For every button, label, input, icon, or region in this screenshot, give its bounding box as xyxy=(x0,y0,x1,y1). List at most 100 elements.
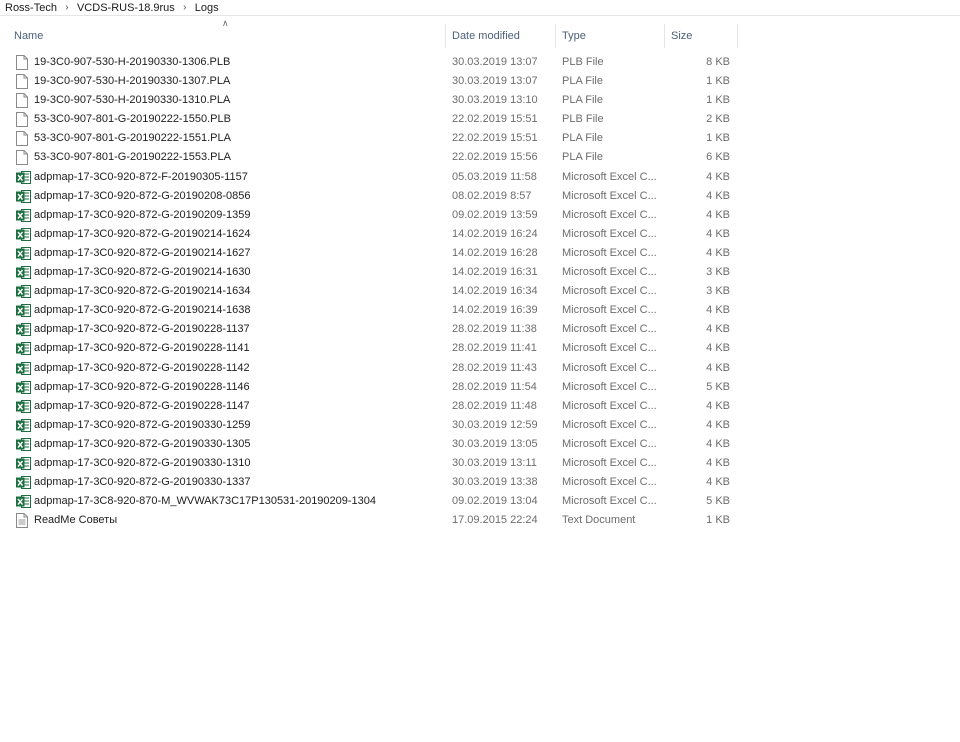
file-date-modified: 30.03.2019 13:10 xyxy=(452,94,538,107)
file-type: Microsoft Excel C... xyxy=(562,170,657,183)
file-row[interactable]: adpmap-17-3C0-920-872-G-20190209-1359 09.… xyxy=(0,206,738,225)
file-type: Microsoft Excel C... xyxy=(562,495,657,508)
file-size: 4 KB xyxy=(706,342,730,355)
file-name: ReadMe Советы xyxy=(34,514,118,527)
file-row[interactable]: adpmap-17-3C0-920-872-G-20190208-0856 08.… xyxy=(0,187,738,206)
chevron-right-icon: › xyxy=(65,2,69,13)
file-name: adpmap-17-3C8-920-870-M_WVWAK73C17P13053… xyxy=(34,495,377,508)
file-size: 5 KB xyxy=(706,495,730,508)
document-icon xyxy=(16,148,30,167)
file-date-modified: 05.03.2019 11:58 xyxy=(452,170,537,183)
excel-icon xyxy=(16,378,31,397)
document-icon xyxy=(16,72,30,91)
file-date-modified: 28.02.2019 11:38 xyxy=(452,323,537,336)
file-type: Microsoft Excel C... xyxy=(562,285,657,298)
excel-icon xyxy=(16,244,31,263)
column-header-size[interactable]: Size xyxy=(665,24,738,48)
file-row[interactable]: adpmap-17-3C0-920-872-G-20190214-1627 14.… xyxy=(0,244,738,263)
file-row[interactable]: adpmap-17-3C0-920-872-G-20190330-1310 30.… xyxy=(0,454,738,473)
file-size: 1 KB xyxy=(706,132,730,145)
file-size: 4 KB xyxy=(706,170,730,183)
breadcrumb-item-vcds[interactable]: VCDS-RUS-18.9rus xyxy=(74,2,178,14)
file-type: Microsoft Excel C... xyxy=(562,323,657,336)
file-name: adpmap-17-3C0-920-872-G-20190214-1638 xyxy=(34,304,251,317)
file-name: 53-3C0-907-801-G-20190222-1551.PLA xyxy=(34,132,231,145)
file-size: 4 KB xyxy=(706,361,730,374)
excel-icon xyxy=(16,454,31,473)
file-name: adpmap-17-3C0-920-872-G-20190214-1624 xyxy=(34,227,251,240)
file-size: 8 KB xyxy=(706,56,730,68)
file-row[interactable]: adpmap-17-3C0-920-872-G-20190228-1147 28.… xyxy=(0,397,738,416)
excel-icon xyxy=(16,206,31,225)
excel-icon xyxy=(16,301,31,320)
file-type: Microsoft Excel C... xyxy=(562,227,657,240)
file-date-modified: 30.03.2019 13:11 xyxy=(452,456,537,469)
file-name: adpmap-17-3C0-920-872-F-20190305-1157 xyxy=(34,170,248,183)
document-icon xyxy=(16,129,30,148)
file-row[interactable]: adpmap-17-3C0-920-872-G-20190330-1259 30.… xyxy=(0,416,738,435)
breadcrumb-item-logs[interactable]: Logs xyxy=(192,2,222,14)
file-row[interactable]: adpmap-17-3C0-920-872-G-20190330-1337 30.… xyxy=(0,473,738,492)
column-header-name[interactable]: Name xyxy=(8,24,446,48)
file-date-modified: 22.02.2019 15:51 xyxy=(452,132,538,145)
file-name: adpmap-17-3C0-920-872-G-20190214-1630 xyxy=(34,266,251,279)
file-size: 4 KB xyxy=(706,189,730,202)
excel-icon xyxy=(16,187,31,206)
file-size: 4 KB xyxy=(706,246,730,259)
file-row[interactable]: adpmap-17-3C0-920-872-G-20190228-1141 28.… xyxy=(0,339,738,358)
file-size: 4 KB xyxy=(706,304,730,317)
excel-icon xyxy=(16,320,31,339)
file-type: PLB File xyxy=(562,56,604,68)
file-name: 19-3C0-907-530-H-20190330-1306.PLB xyxy=(34,56,231,68)
file-row[interactable]: ReadMe Советы 17.09.2015 22:24 Text Docume… xyxy=(0,511,738,530)
file-row[interactable]: adpmap-17-3C8-920-870-M_WVWAK73C17P13053… xyxy=(0,492,738,511)
file-date-modified: 28.02.2019 11:43 xyxy=(452,361,537,374)
excel-icon xyxy=(16,359,31,378)
file-type: PLA File xyxy=(562,132,603,145)
file-row[interactable]: 53-3C0-907-801-G-20190222-1553.PLA 22.02.… xyxy=(0,148,738,167)
file-date-modified: 28.02.2019 11:48 xyxy=(452,399,537,412)
file-row[interactable]: adpmap-17-3C0-920-872-G-20190228-1137 28.… xyxy=(0,320,738,339)
file-row[interactable]: 53-3C0-907-801-G-20190222-1551.PLA 22.02.… xyxy=(0,129,738,148)
file-size: 4 KB xyxy=(706,227,730,240)
file-row[interactable]: 19-3C0-907-530-H-20190330-1310.PLA 30.03.… xyxy=(0,91,738,110)
file-row[interactable]: adpmap-17-3C0-920-872-G-20190214-1638 14.… xyxy=(0,301,738,320)
file-row[interactable]: adpmap-17-3C0-920-872-G-20190214-1624 14.… xyxy=(0,225,738,244)
file-name: adpmap-17-3C0-920-872-G-20190228-1141 xyxy=(34,342,250,355)
breadcrumb: Ross-Tech › VCDS-RUS-18.9rus › Logs xyxy=(0,0,960,16)
file-type: Microsoft Excel C... xyxy=(562,304,657,317)
file-name: adpmap-17-3C0-920-872-G-20190330-1305 xyxy=(34,437,251,450)
file-row[interactable]: adpmap-17-3C0-920-872-G-20190228-1146 28.… xyxy=(0,378,738,397)
file-date-modified: 30.03.2019 12:59 xyxy=(452,418,538,431)
file-type: Microsoft Excel C... xyxy=(562,342,657,355)
file-name: adpmap-17-3C0-920-872-G-20190209-1359 xyxy=(34,208,251,221)
file-size: 4 KB xyxy=(706,437,730,450)
file-type: Text Document xyxy=(562,514,636,527)
column-header-date-modified[interactable]: Date modified xyxy=(446,24,556,48)
file-name: adpmap-17-3C0-920-872-G-20190228-1142 xyxy=(34,361,250,374)
file-date-modified: 14.02.2019 16:31 xyxy=(452,266,538,279)
file-date-modified: 14.02.2019 16:39 xyxy=(452,304,538,317)
file-date-modified: 09.02.2019 13:59 xyxy=(452,208,538,221)
breadcrumb-item-ross-tech[interactable]: Ross-Tech xyxy=(2,2,60,14)
file-row[interactable]: 53-3C0-907-801-G-20190222-1550.PLB 22.02.… xyxy=(0,110,738,129)
file-type: PLB File xyxy=(562,113,604,126)
file-row[interactable]: adpmap-17-3C0-920-872-G-20190214-1634 14.… xyxy=(0,282,738,301)
document-icon xyxy=(16,53,30,72)
file-date-modified: 28.02.2019 11:41 xyxy=(452,342,537,355)
file-name: adpmap-17-3C0-920-872-G-20190330-1259 xyxy=(34,418,251,431)
file-row[interactable]: adpmap-17-3C0-920-872-G-20190228-1142 28.… xyxy=(0,359,738,378)
file-row[interactable]: adpmap-17-3C0-920-872-G-20190330-1305 30.… xyxy=(0,435,738,454)
file-row[interactable]: adpmap-17-3C0-920-872-F-20190305-1157 05.… xyxy=(0,168,738,187)
column-header-type[interactable]: Type xyxy=(556,24,665,48)
file-row[interactable]: adpmap-17-3C0-920-872-G-20190214-1630 14.… xyxy=(0,263,738,282)
file-type: Microsoft Excel C... xyxy=(562,246,657,259)
file-row[interactable]: 19-3C0-907-530-H-20190330-1307.PLA 30.03.… xyxy=(0,72,738,91)
file-size: 3 KB xyxy=(706,266,730,279)
file-size: 6 KB xyxy=(706,151,730,164)
file-type: Microsoft Excel C... xyxy=(562,399,657,412)
file-date-modified: 17.09.2015 22:24 xyxy=(452,514,538,527)
file-size: 4 KB xyxy=(706,418,730,431)
chevron-right-icon: › xyxy=(183,2,187,13)
file-row[interactable]: 19-3C0-907-530-H-20190330-1306.PLB 30.03.… xyxy=(0,53,738,72)
